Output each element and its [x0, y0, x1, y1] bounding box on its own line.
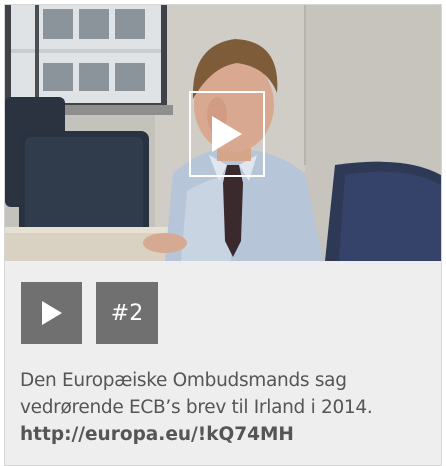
video-caption: Den Europæiske Ombudsmands sag vedrørend… — [20, 367, 435, 448]
video-card: #2 Den Europæiske Ombudsmands sag vedrør… — [4, 4, 442, 466]
episode-number-button[interactable]: #2 — [96, 282, 158, 344]
video-play-overlay-button[interactable] — [189, 91, 265, 177]
caption-link[interactable]: http://europa.eu/!kQ74MH — [20, 421, 435, 448]
video-thumbnail[interactable] — [5, 5, 441, 261]
play-button[interactable] — [21, 282, 82, 344]
play-icon — [41, 301, 62, 325]
caption-line-2: vedrørende ECB’s brev til Irland i 2014. — [20, 397, 373, 418]
media-controls: #2 — [21, 282, 158, 344]
caption-line-1: Den Europæiske Ombudsmands sag — [20, 370, 347, 391]
episode-number-label: #2 — [110, 300, 144, 326]
play-icon — [212, 116, 242, 152]
